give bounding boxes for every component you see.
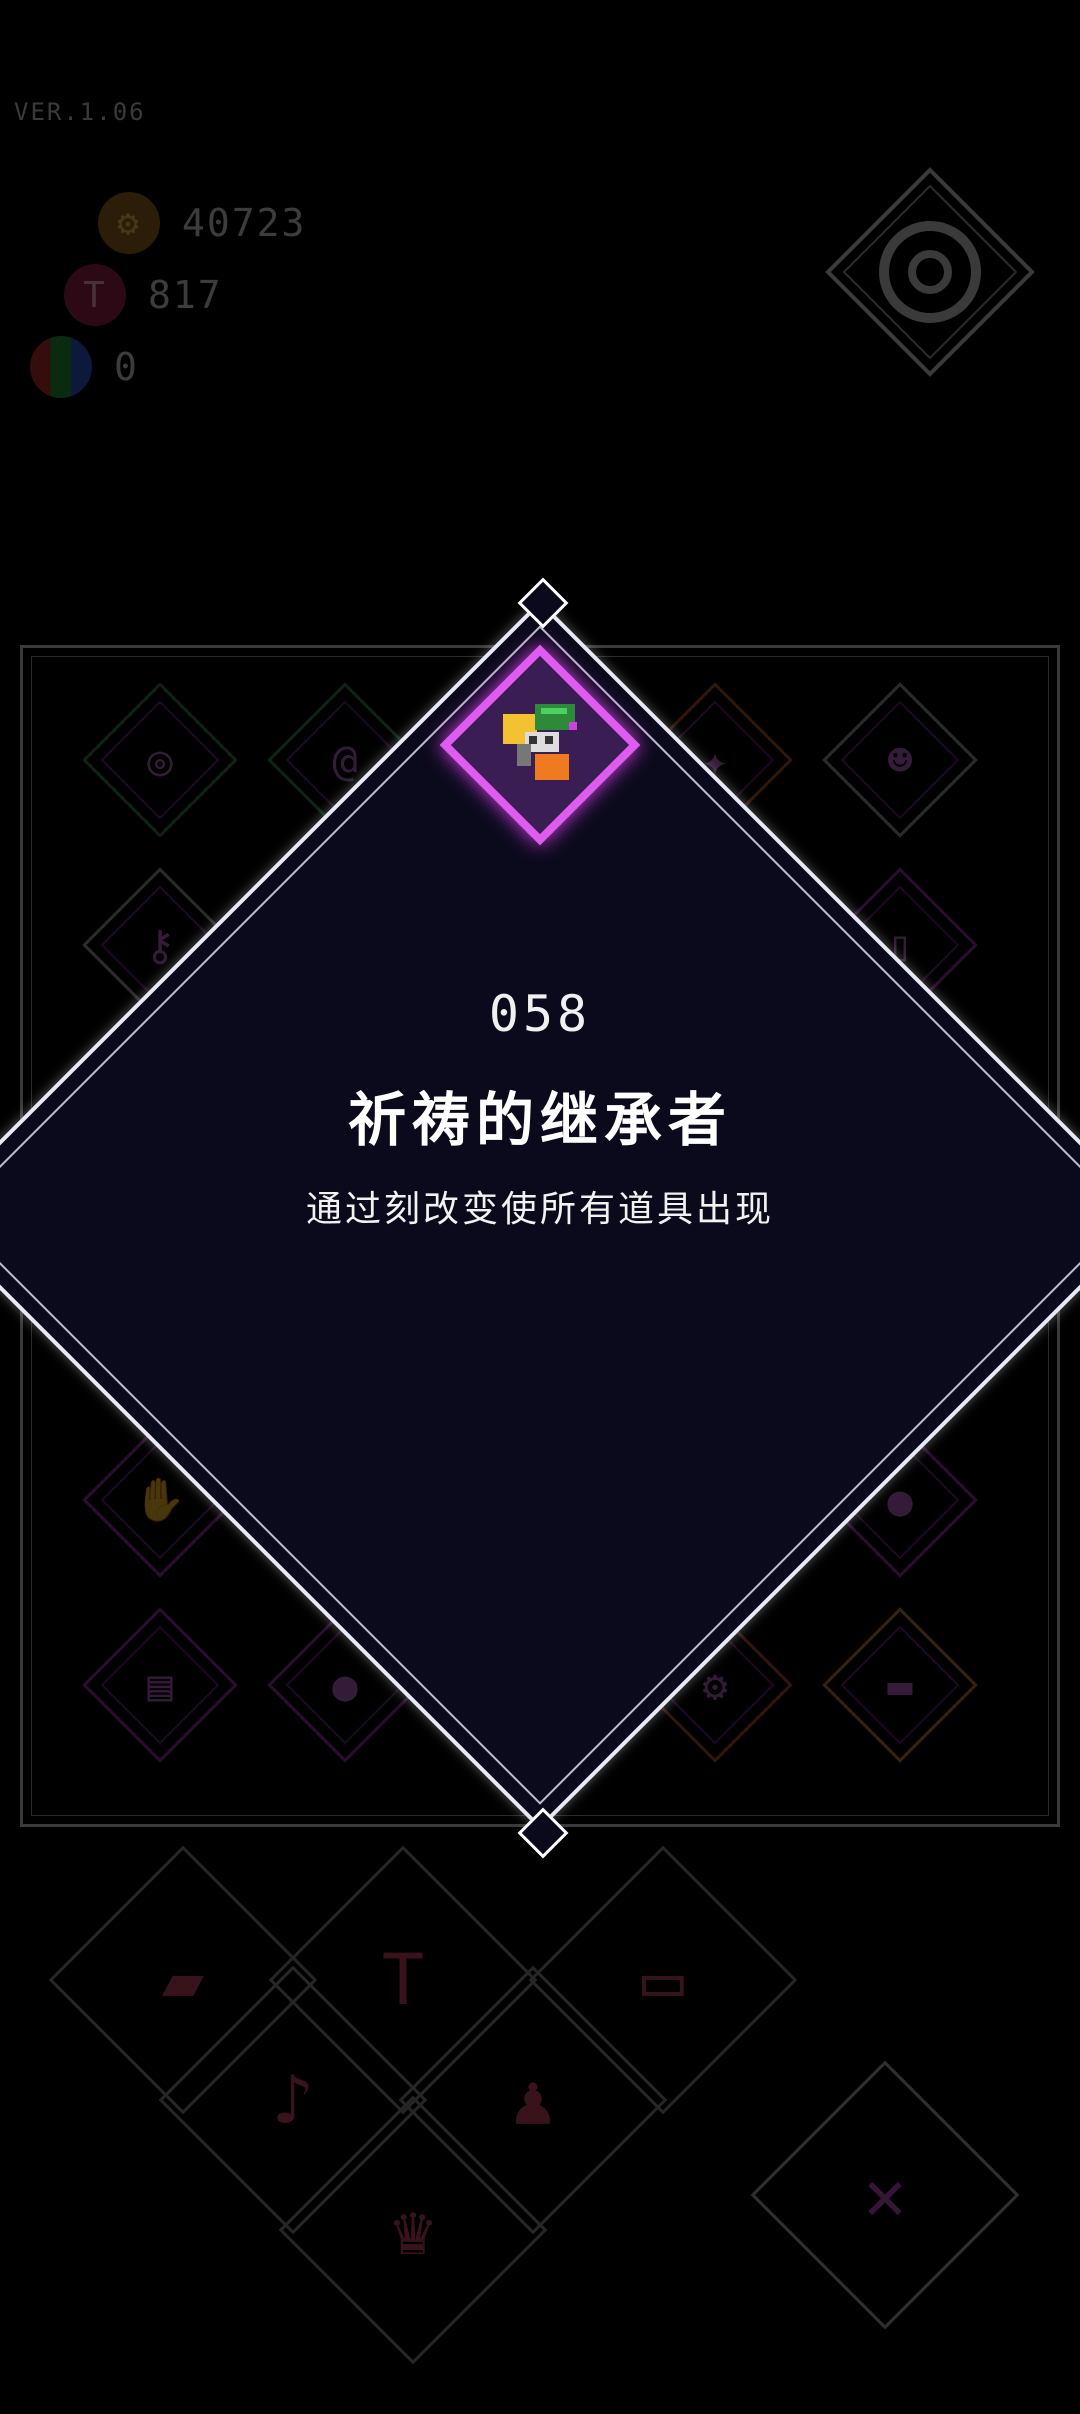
ticket-count: 817 bbox=[148, 273, 223, 317]
ticket-icon: T bbox=[64, 264, 126, 326]
cube-currency: 0 bbox=[30, 336, 139, 398]
gear-icon: ⚙ bbox=[98, 192, 160, 254]
version-label: VER.1.06 bbox=[14, 98, 146, 126]
achievement-badge bbox=[439, 644, 641, 846]
achievement-description: 通过刻改变使所有道具出现 bbox=[305, 1189, 774, 1230]
screen-icon: ▬ bbox=[887, 1660, 913, 1710]
gear-icon bbox=[825, 167, 1035, 377]
gear-currency: ⚙ 40723 bbox=[98, 192, 306, 254]
achievement-number: 058 bbox=[488, 985, 592, 1043]
cube-count: 0 bbox=[114, 345, 139, 389]
close-menu-button[interactable]: ✕ bbox=[750, 2060, 1020, 2330]
cassette-icon: ▤ bbox=[147, 1660, 173, 1710]
settings-button[interactable] bbox=[820, 162, 1040, 382]
achievement-title: 祈祷的继承者 bbox=[347, 1086, 732, 1154]
character-icon bbox=[503, 704, 577, 780]
close-icon: ✕ bbox=[863, 2154, 907, 2236]
target-icon: ◎ bbox=[147, 735, 173, 785]
cube-icon bbox=[30, 336, 92, 398]
ticket-currency: T 817 bbox=[64, 264, 223, 326]
gear-count: 40723 bbox=[182, 201, 307, 245]
crown-icon: ♛ bbox=[391, 2189, 435, 2271]
currency-panel: ⚙ 40723 T 817 0 bbox=[0, 190, 360, 420]
character-icon: ☻ bbox=[887, 735, 913, 785]
